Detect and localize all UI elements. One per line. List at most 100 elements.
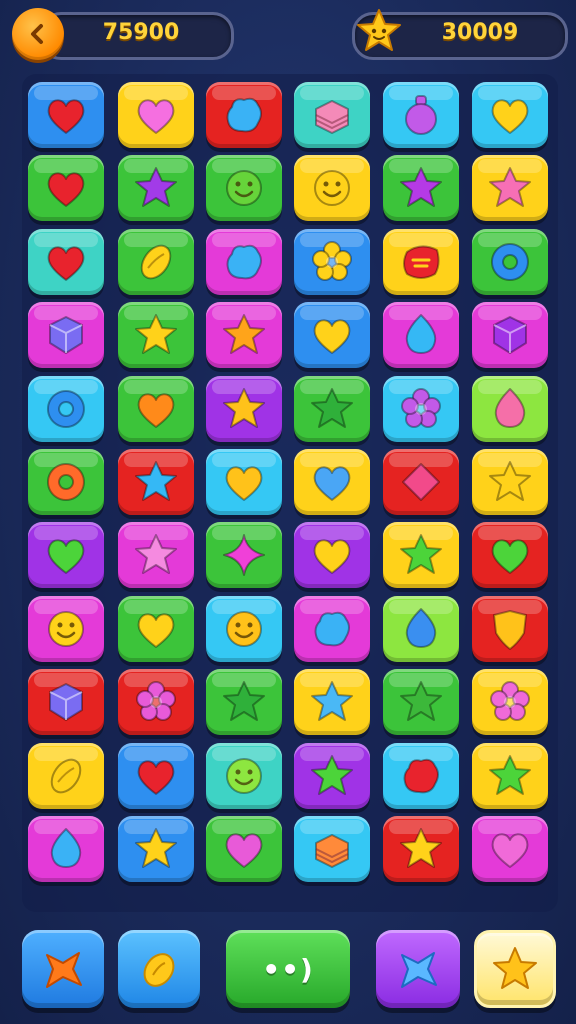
tile-r9-c4[interactable] bbox=[294, 669, 370, 735]
tile-r11-c2[interactable] bbox=[118, 816, 194, 882]
blob-icon bbox=[226, 244, 262, 280]
tile-r8-c4[interactable] bbox=[294, 596, 370, 662]
drop-icon bbox=[50, 828, 82, 868]
tile-r7-c3[interactable] bbox=[206, 522, 282, 588]
tile-r5-c5[interactable] bbox=[383, 376, 459, 442]
tile-r6-c2[interactable] bbox=[118, 449, 194, 515]
drop-icon bbox=[494, 388, 526, 428]
tile-r5-c6[interactable] bbox=[472, 376, 548, 442]
candy-icon bbox=[403, 245, 440, 279]
star-icon bbox=[223, 314, 265, 354]
pause-button[interactable]: ••) bbox=[226, 930, 350, 1008]
heart-icon bbox=[47, 246, 85, 281]
tile-r9-c2[interactable] bbox=[118, 669, 194, 735]
tile-r3-c1[interactable] bbox=[28, 229, 104, 295]
cube-icon bbox=[49, 683, 83, 721]
smiley-icon bbox=[226, 611, 262, 647]
tile-r5-c3[interactable] bbox=[206, 376, 282, 442]
tile-r4-c3[interactable] bbox=[206, 302, 282, 368]
gold-star-icon bbox=[493, 947, 537, 989]
tile-r1-c6[interactable] bbox=[472, 82, 548, 148]
heart-icon bbox=[491, 99, 529, 134]
tile-r8-c6[interactable] bbox=[472, 596, 548, 662]
tile-r3-c6[interactable] bbox=[472, 229, 548, 295]
star-icon bbox=[223, 681, 265, 721]
tile-r2-c2[interactable] bbox=[118, 155, 194, 221]
tile-r10-c3[interactable] bbox=[206, 743, 282, 809]
star-icon bbox=[400, 828, 442, 868]
tile-r4-c4[interactable] bbox=[294, 302, 370, 368]
tile-r1-c1[interactable] bbox=[28, 82, 104, 148]
tile-r4-c1[interactable] bbox=[28, 302, 104, 368]
tile-r10-c2[interactable] bbox=[118, 743, 194, 809]
booster-lemon-button[interactable] bbox=[118, 930, 200, 1008]
tile-r1-c5[interactable] bbox=[383, 82, 459, 148]
tile-r2-c1[interactable] bbox=[28, 155, 104, 221]
tile-r10-c4[interactable] bbox=[294, 743, 370, 809]
tile-r9-c1[interactable] bbox=[28, 669, 104, 735]
tile-r7-c5[interactable] bbox=[383, 522, 459, 588]
tile-r2-c5[interactable] bbox=[383, 155, 459, 221]
tile-r3-c3[interactable] bbox=[206, 229, 282, 295]
tile-r7-c2[interactable] bbox=[118, 522, 194, 588]
tile-r9-c5[interactable] bbox=[383, 669, 459, 735]
star-icon bbox=[400, 534, 442, 574]
star-icon bbox=[400, 681, 442, 721]
tile-r6-c3[interactable] bbox=[206, 449, 282, 515]
tile-r11-c3[interactable] bbox=[206, 816, 282, 882]
tile-r8-c1[interactable] bbox=[28, 596, 104, 662]
tile-r6-c6[interactable] bbox=[472, 449, 548, 515]
star-icon bbox=[311, 755, 353, 795]
tile-r1-c3[interactable] bbox=[206, 82, 282, 148]
tile-r1-c4[interactable] bbox=[294, 82, 370, 148]
smiley-icon bbox=[226, 758, 262, 794]
tile-r9-c3[interactable] bbox=[206, 669, 282, 735]
tile-r6-c1[interactable] bbox=[28, 449, 104, 515]
tile-r7-c4[interactable] bbox=[294, 522, 370, 588]
tile-r5-c2[interactable] bbox=[118, 376, 194, 442]
cube-icon bbox=[493, 316, 527, 354]
tile-r11-c5[interactable] bbox=[383, 816, 459, 882]
tile-r9-c6[interactable] bbox=[472, 669, 548, 735]
tile-r6-c5[interactable] bbox=[383, 449, 459, 515]
tile-r5-c4[interactable] bbox=[294, 376, 370, 442]
donut-icon bbox=[46, 390, 85, 428]
heart-icon bbox=[491, 833, 529, 868]
tile-r8-c5[interactable] bbox=[383, 596, 459, 662]
tile-r6-c4[interactable] bbox=[294, 449, 370, 515]
tile-r2-c4[interactable] bbox=[294, 155, 370, 221]
heart-icon bbox=[47, 539, 85, 574]
tile-r4-c6[interactable] bbox=[472, 302, 548, 368]
x-candy-icon bbox=[46, 952, 82, 988]
tile-r8-c3[interactable] bbox=[206, 596, 282, 662]
tile-r11-c6[interactable] bbox=[472, 816, 548, 882]
flower-icon bbox=[312, 241, 352, 281]
booster-x-button[interactable] bbox=[22, 930, 104, 1008]
lemon-icon bbox=[140, 244, 172, 280]
tile-r10-c6[interactable] bbox=[472, 743, 548, 809]
star-icon bbox=[489, 167, 531, 207]
star-icon bbox=[135, 167, 177, 207]
tile-r3-c2[interactable] bbox=[118, 229, 194, 295]
booster-star-button[interactable] bbox=[376, 930, 460, 1008]
tile-r8-c2[interactable] bbox=[118, 596, 194, 662]
tile-r7-c6[interactable] bbox=[472, 522, 548, 588]
tile-r7-c1[interactable] bbox=[28, 522, 104, 588]
tile-r1-c2[interactable] bbox=[118, 82, 194, 148]
tile-r11-c1[interactable] bbox=[28, 816, 104, 882]
tile-r3-c5[interactable] bbox=[383, 229, 459, 295]
tile-r4-c5[interactable] bbox=[383, 302, 459, 368]
tile-r2-c3[interactable] bbox=[206, 155, 282, 221]
star-icon bbox=[135, 461, 177, 501]
heart-icon bbox=[313, 539, 351, 574]
tile-r5-c1[interactable] bbox=[28, 376, 104, 442]
heart-icon bbox=[137, 393, 175, 428]
tile-r3-c4[interactable] bbox=[294, 229, 370, 295]
tile-r2-c6[interactable] bbox=[472, 155, 548, 221]
tile-r4-c2[interactable] bbox=[118, 302, 194, 368]
tile-r10-c1[interactable] bbox=[28, 743, 104, 809]
tile-r11-c4[interactable] bbox=[294, 816, 370, 882]
booster-gold-star-button[interactable] bbox=[474, 930, 556, 1008]
tile-r10-c5[interactable] bbox=[383, 743, 459, 809]
back-button[interactable] bbox=[12, 8, 64, 60]
